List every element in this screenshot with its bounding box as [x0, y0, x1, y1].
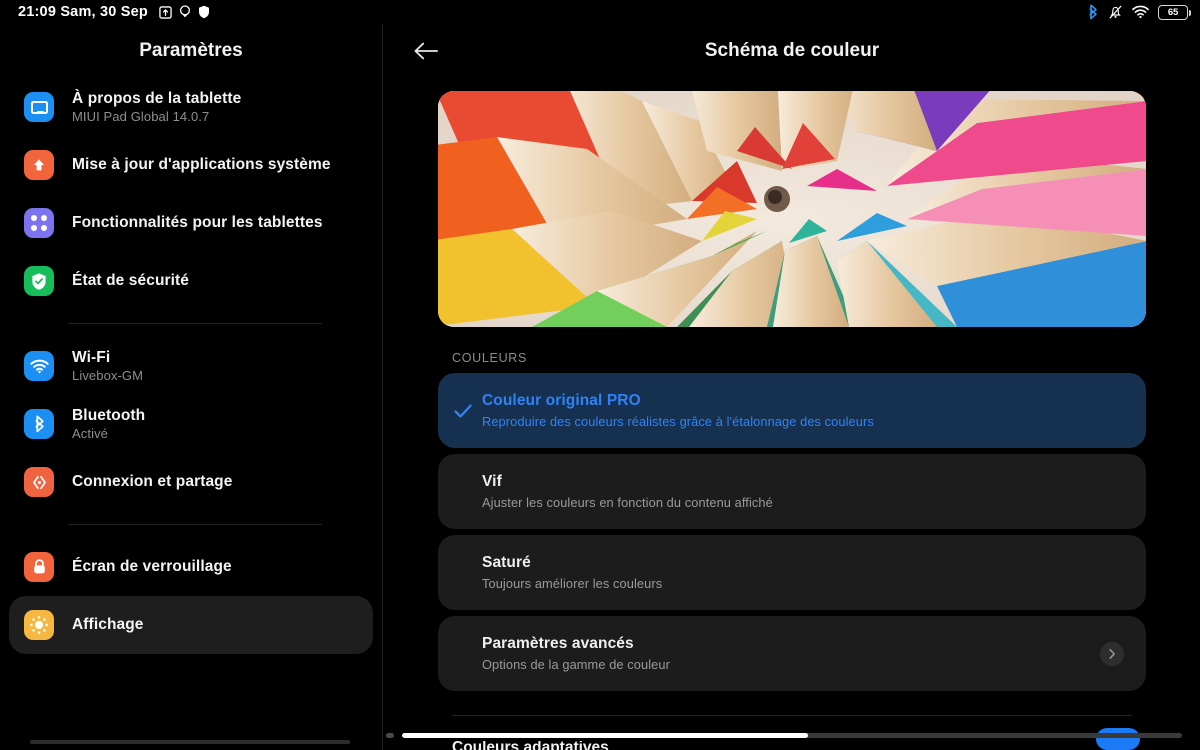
brightness-sun-icon [24, 610, 54, 640]
tablet-settings-screen: 21:09 Sam, 30 Sep 65 Paramètres À propos… [0, 0, 1200, 750]
sidebar-item-label: Connexion et partage [72, 473, 233, 490]
location-icon [179, 5, 191, 19]
sidebar-item-label: État de sécurité [72, 272, 190, 289]
pencils-illustration [438, 91, 1146, 327]
sidebar-item-text: Écran de verrouillage [72, 558, 232, 576]
sidebar-item-text: Connexion et partage [72, 473, 232, 491]
sidebar-item-label: Affichage [72, 616, 144, 633]
card-text: Saturé Toujours améliorer les couleurs [482, 554, 662, 591]
adaptive-colors-row-partial[interactable]: Couleurs adaptatives [384, 728, 1200, 750]
card-text: Paramètres avancés Options de la gamme d… [482, 635, 670, 672]
color-option-original-pro[interactable]: Couleur original PRO Reproduire des coul… [438, 373, 1146, 448]
wifi-icon [1132, 5, 1149, 19]
sidebar-item-wifi[interactable]: Wi-Fi Livebox-GM [9, 337, 373, 395]
color-option-sature[interactable]: Saturé Toujours améliorer les couleurs [438, 535, 1146, 610]
sidebar-title: Paramètres [139, 40, 243, 61]
sidebar-item-label: Mise à jour d'applications système [72, 156, 331, 173]
sidebar-item-label: À propos de la tablette [72, 90, 242, 107]
adaptive-colors-toggle[interactable] [1096, 728, 1140, 750]
sidebar-item-label: Bluetooth [72, 407, 146, 424]
back-arrow-icon[interactable] [409, 34, 443, 68]
sidebar-item-sublabel: Livebox-GM [72, 368, 144, 383]
sidebar-divider-1 [68, 323, 322, 324]
battery-level: 65 [1167, 6, 1179, 18]
main-divider [452, 715, 1132, 716]
sidebar-divider-2 [68, 524, 322, 525]
upload-box-icon [159, 5, 172, 19]
sidebar-item-display[interactable]: Affichage [9, 596, 373, 654]
colored-pencils-photo [438, 91, 1146, 327]
sidebar-item-text: État de sécurité [72, 272, 189, 290]
sidebar-item-tablet-features[interactable]: Fonctionnalités pour les tablettes [9, 194, 373, 252]
connection-share-icon [24, 467, 54, 497]
shield-check-icon [24, 266, 54, 296]
main-panel: Schéma de couleur COULEURS Couleur origi… [384, 24, 1200, 750]
sidebar-scrollbar[interactable] [30, 740, 350, 744]
lock-icon [24, 552, 54, 582]
sidebar-group-3: Écran de verrouillage Affichage [0, 538, 382, 654]
shield-icon [198, 5, 210, 19]
sidebar-item-connection-sharing[interactable]: Connexion et partage [9, 453, 373, 511]
status-clock: 21:09 Sam, 30 Sep [18, 4, 148, 20]
status-bar: 21:09 Sam, 30 Sep 65 [0, 0, 1200, 24]
card-text: Vif Ajuster les couleurs en fonction du … [482, 473, 773, 510]
card-text: Couleur original PRO Reproduire des coul… [482, 392, 874, 429]
option-subtitle: Reproduire des couleurs réalistes grâce … [482, 414, 874, 429]
main-header: Schéma de couleur [384, 24, 1200, 78]
status-bar-left: 21:09 Sam, 30 Sep [18, 4, 210, 20]
color-option-advanced-settings[interactable]: Paramètres avancés Options de la gamme d… [438, 616, 1146, 691]
check-icon [452, 400, 474, 422]
color-option-vif[interactable]: Vif Ajuster les couleurs en fonction du … [438, 454, 1146, 529]
battery-indicator: 65 [1158, 4, 1191, 20]
chevron-right-icon[interactable] [1100, 641, 1124, 666]
sidebar-item-text: Fonctionnalités pour les tablettes [72, 214, 323, 232]
sidebar-group-2: Wi-Fi Livebox-GM Bluetooth Activé Connex… [0, 337, 382, 511]
main-scrollbar[interactable] [402, 733, 1182, 738]
status-left-icons [159, 5, 210, 19]
sidebar-item-text: Bluetooth Activé [72, 407, 145, 441]
color-options-list: Couleur original PRO Reproduire des coul… [384, 373, 1200, 691]
section-label-colors: COULEURS [452, 351, 528, 365]
settings-sidebar[interactable]: Paramètres À propos de la tablette MIUI … [0, 24, 383, 750]
sidebar-item-text: Wi-Fi Livebox-GM [72, 349, 143, 383]
sidebar-item-about-tablet[interactable]: À propos de la tablette MIUI Pad Global … [9, 78, 373, 136]
option-title: Saturé [482, 554, 531, 571]
status-bar-right: 65 [1087, 4, 1191, 20]
option-title: Couleur original PRO [482, 392, 641, 409]
scrollbar-cap [386, 733, 394, 738]
notifications-muted-icon [1108, 4, 1123, 20]
option-subtitle: Ajuster les couleurs en fonction du cont… [482, 495, 773, 510]
option-subtitle: Options de la gamme de couleur [482, 657, 670, 672]
sidebar-item-text: Affichage [72, 616, 144, 634]
wifi-icon [24, 351, 54, 381]
option-subtitle: Toujours améliorer les couleurs [482, 576, 663, 591]
sidebar-item-sublabel: Activé [72, 426, 109, 441]
option-title: Paramètres avancés [482, 635, 634, 652]
sidebar-item-lock-screen[interactable]: Écran de verrouillage [9, 538, 373, 596]
sidebar-item-bluetooth[interactable]: Bluetooth Activé [9, 395, 373, 453]
sidebar-item-text: À propos de la tablette MIUI Pad Global … [72, 90, 241, 124]
option-title: Vif [482, 473, 502, 490]
page-title: Schéma de couleur [704, 40, 880, 61]
tablet-icon [24, 92, 54, 122]
sidebar-item-label: Écran de verrouillage [72, 558, 232, 575]
sidebar-item-system-app-updater[interactable]: Mise à jour d'applications système [9, 136, 373, 194]
sidebar-group-1: À propos de la tablette MIUI Pad Global … [0, 78, 382, 310]
update-arrow-icon [24, 150, 54, 180]
adaptive-colors-label: Couleurs adaptatives [452, 741, 609, 750]
bluetooth-icon [24, 409, 54, 439]
sidebar-item-label: Wi-Fi [72, 349, 111, 366]
four-dots-icon [24, 208, 54, 238]
sidebar-item-text: Mise à jour d'applications système [72, 156, 331, 174]
sidebar-item-security-status[interactable]: État de sécurité [9, 252, 373, 310]
sidebar-item-sublabel: MIUI Pad Global 14.0.7 [72, 109, 210, 124]
sidebar-item-label: Fonctionnalités pour les tablettes [72, 214, 323, 231]
bluetooth-icon [1087, 4, 1099, 20]
